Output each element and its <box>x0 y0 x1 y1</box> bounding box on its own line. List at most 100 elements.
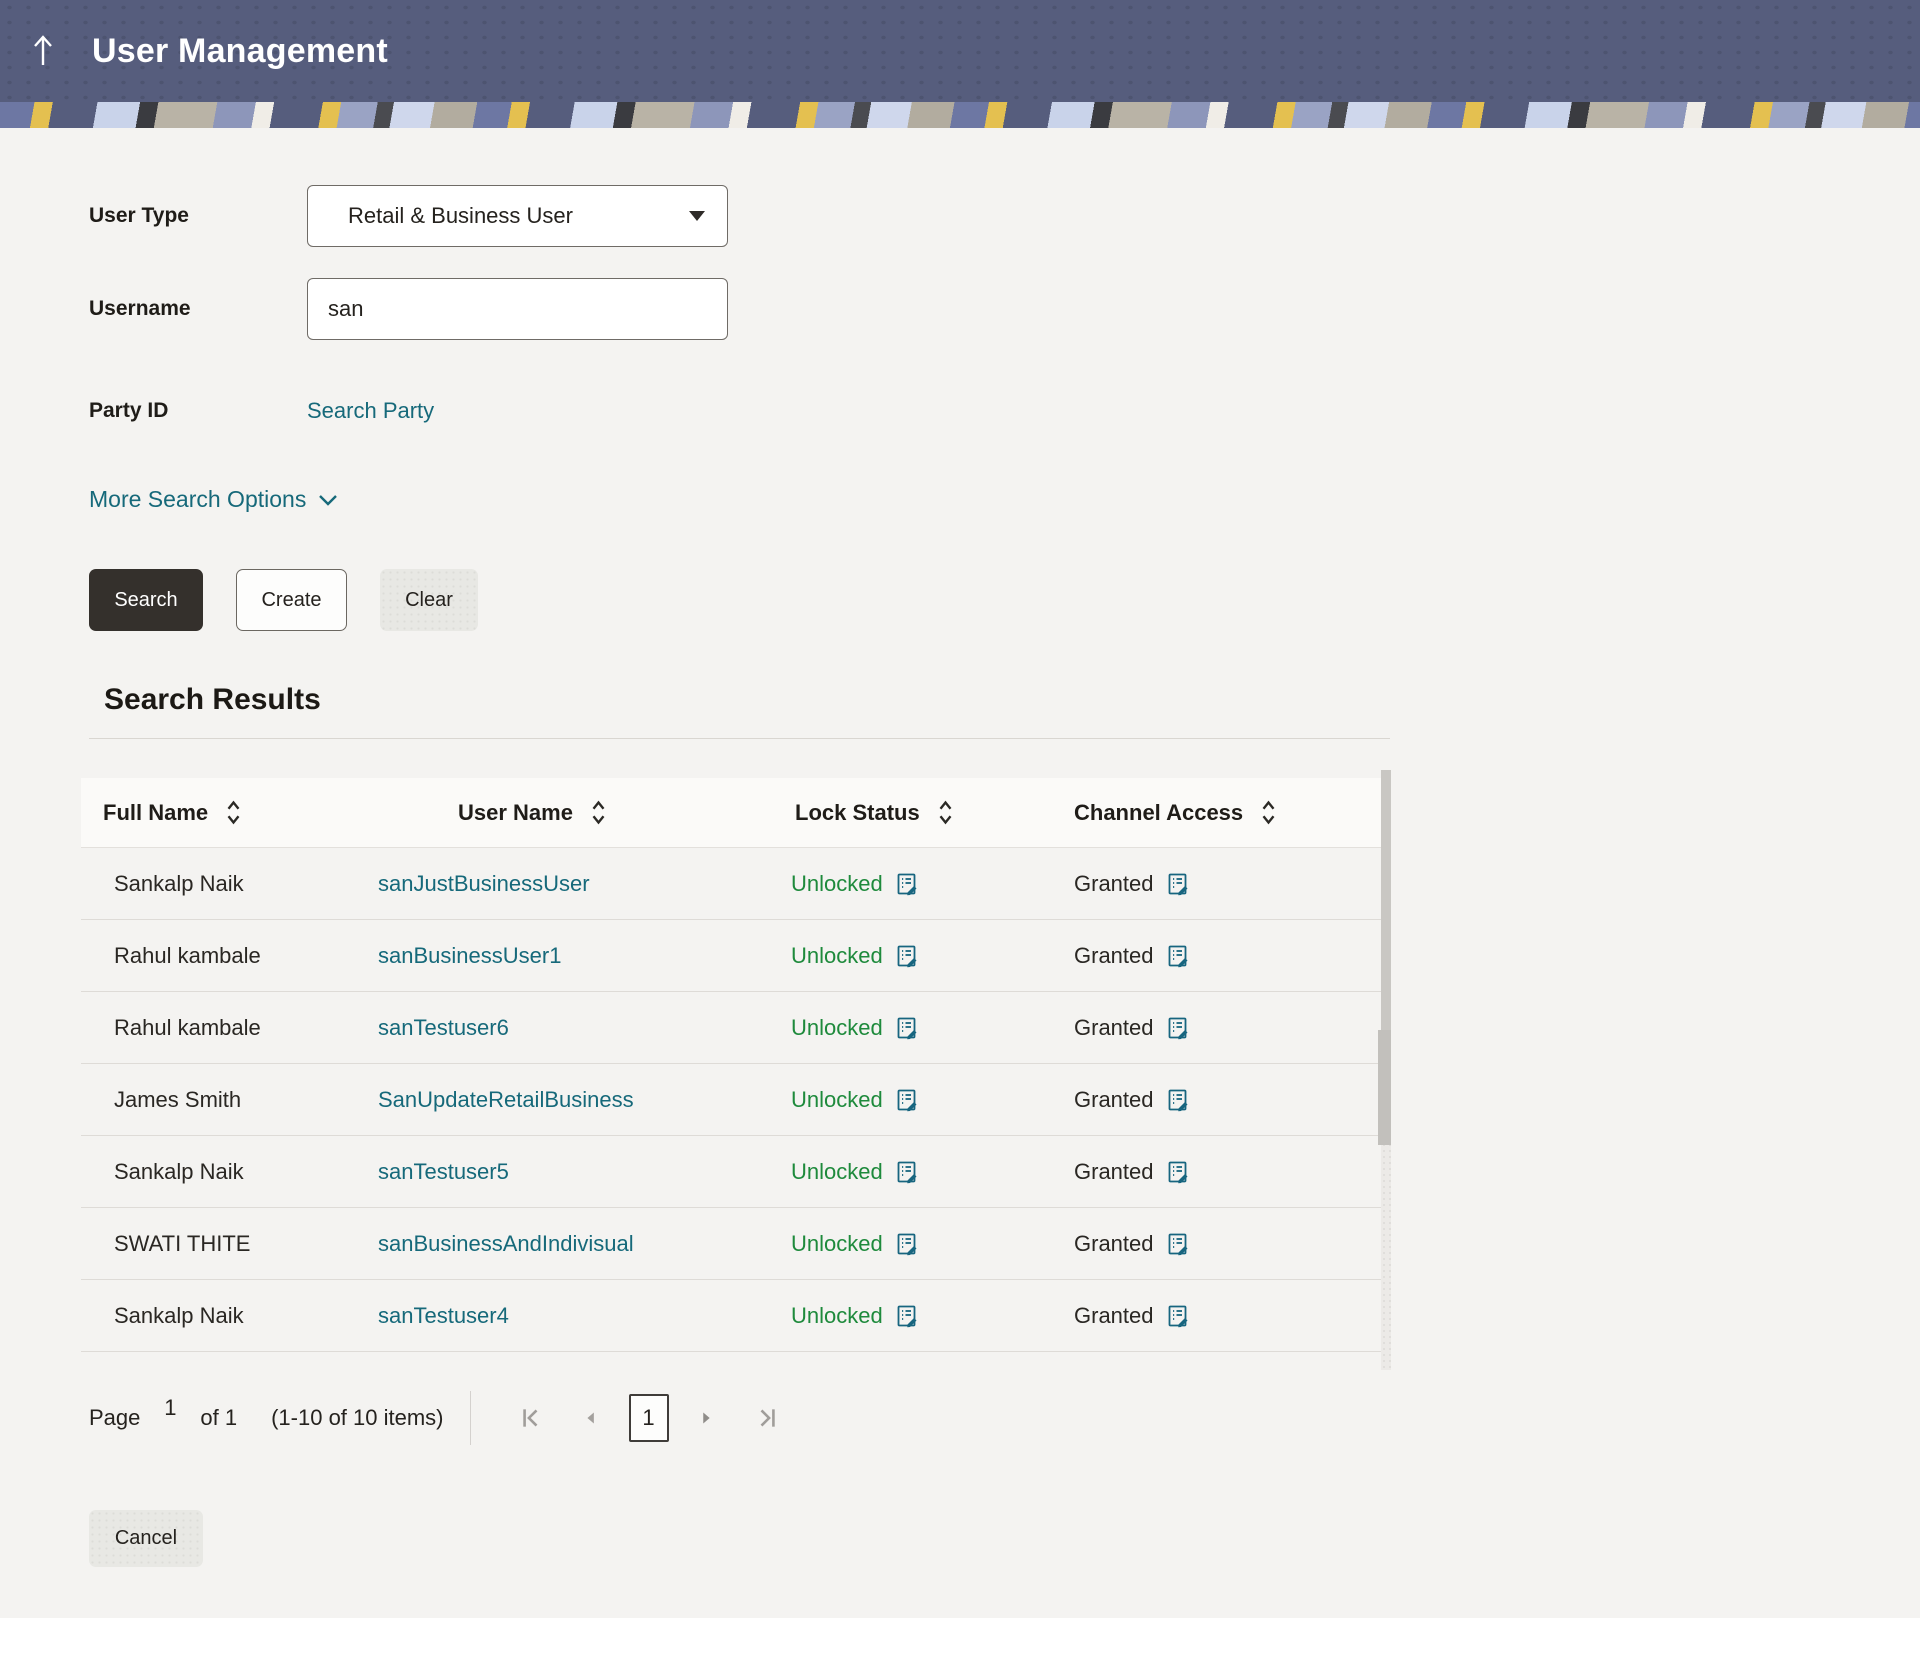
user-name-link[interactable]: sanTestuser6 <box>378 1015 509 1041</box>
sort-icon[interactable] <box>226 800 241 825</box>
channel-access-cell: Granted <box>1041 871 1390 897</box>
lock-status-value: Unlocked <box>791 1159 883 1185</box>
lock-status-cell: Unlocked <box>758 871 1041 897</box>
main-content: User Type Retail & Business User Usernam… <box>0 128 1920 1567</box>
page-title: User Management <box>92 32 388 71</box>
full-name-cell: James Smith <box>81 1087 345 1113</box>
sort-icon[interactable] <box>591 800 606 825</box>
record-edit-icon[interactable] <box>895 1088 919 1112</box>
channel-access-value: Granted <box>1074 1087 1154 1113</box>
pagination: Page of 1 (1-10 of 10 items) 1 <box>89 1390 1920 1446</box>
lock-status-value: Unlocked <box>791 943 883 969</box>
channel-access-cell: Granted <box>1041 943 1390 969</box>
user-name-link[interactable]: SanUpdateRetailBusiness <box>378 1087 634 1113</box>
lock-status-cell: Unlocked <box>758 1159 1041 1185</box>
record-edit-icon[interactable] <box>1166 1160 1190 1184</box>
table-scrollbar[interactable] <box>1381 770 1391 1370</box>
username-label: Username <box>89 297 307 321</box>
user-name-link[interactable]: sanTestuser5 <box>378 1159 509 1185</box>
column-header-channel-access: Channel Access <box>1041 800 1390 826</box>
items-count-text: (1-10 of 10 items) <box>271 1405 443 1431</box>
results-table: Full Name User Name <box>81 778 1390 1352</box>
full-name-cell: Sankalp Naik <box>81 871 345 897</box>
username-input[interactable] <box>307 278 728 340</box>
scrollbar-thumb[interactable] <box>1378 1030 1391 1145</box>
user-name-link[interactable]: sanBusinessUser1 <box>378 943 561 969</box>
sort-icon[interactable] <box>1261 800 1276 825</box>
table-row: SWATI THITE sanBusinessAndIndivisual Unl… <box>81 1208 1390 1280</box>
user-name-cell: sanTestuser6 <box>345 1015 758 1041</box>
decorative-banner <box>0 102 1920 128</box>
user-name-cell: sanJustBusinessUser <box>345 871 758 897</box>
channel-access-cell: Granted <box>1041 1303 1390 1329</box>
channel-access-value: Granted <box>1074 943 1154 969</box>
user-name-link[interactable]: sanJustBusinessUser <box>378 871 590 897</box>
last-page-icon[interactable] <box>745 1394 791 1442</box>
clear-button[interactable]: Clear <box>380 569 478 631</box>
lock-status-value: Unlocked <box>791 1231 883 1257</box>
user-type-select[interactable]: Retail & Business User <box>307 185 728 247</box>
lock-status-cell: Unlocked <box>758 1087 1041 1113</box>
channel-access-cell: Granted <box>1041 1231 1390 1257</box>
table-body: Sankalp Naik sanJustBusinessUser Unlocke… <box>81 848 1390 1352</box>
record-edit-icon[interactable] <box>1166 1088 1190 1112</box>
table-row: Sankalp Naik sanTestuser5 Unlocked Grant… <box>81 1136 1390 1208</box>
record-edit-icon[interactable] <box>895 1232 919 1256</box>
user-name-cell: sanBusinessAndIndivisual <box>345 1231 758 1257</box>
user-name-link[interactable]: sanBusinessAndIndivisual <box>378 1231 634 1257</box>
search-party-link[interactable]: Search Party <box>307 398 434 424</box>
record-edit-icon[interactable] <box>1166 944 1190 968</box>
full-name-cell: Rahul kambale <box>81 1015 345 1041</box>
sort-icon[interactable] <box>938 800 953 825</box>
user-type-label: User Type <box>89 204 307 228</box>
user-name-link[interactable]: sanTestuser4 <box>378 1303 509 1329</box>
record-edit-icon[interactable] <box>1166 1016 1190 1040</box>
record-edit-icon[interactable] <box>895 872 919 896</box>
arrow-up-icon[interactable] <box>30 31 56 71</box>
lock-status-value: Unlocked <box>791 871 883 897</box>
first-page-icon[interactable] <box>507 1394 553 1442</box>
column-header-full-name: Full Name <box>81 800 345 826</box>
next-page-icon[interactable] <box>683 1394 729 1442</box>
column-header-user-name: User Name <box>345 800 758 826</box>
page-label: Page <box>89 1405 140 1431</box>
current-page-button[interactable]: 1 <box>629 1394 669 1442</box>
record-edit-icon[interactable] <box>895 1304 919 1328</box>
record-edit-icon[interactable] <box>895 944 919 968</box>
table-row: Sankalp Naik sanJustBusinessUser Unlocke… <box>81 848 1390 920</box>
table-row: Sankalp Naik sanTestuser4 Unlocked Grant… <box>81 1280 1390 1352</box>
previous-page-icon[interactable] <box>569 1394 615 1442</box>
footer-strip <box>0 1618 1920 1662</box>
divider <box>89 738 1390 739</box>
table-row: Rahul kambale sanTestuser6 Unlocked Gran… <box>81 992 1390 1064</box>
record-edit-icon[interactable] <box>1166 1304 1190 1328</box>
more-search-options-toggle[interactable]: More Search Options <box>89 486 338 513</box>
chevron-down-icon <box>318 494 338 506</box>
column-header-lock-status: Lock Status <box>758 800 1041 826</box>
record-edit-icon[interactable] <box>1166 872 1190 896</box>
channel-access-value: Granted <box>1074 871 1154 897</box>
lock-status-value: Unlocked <box>791 1087 883 1113</box>
record-edit-icon[interactable] <box>895 1160 919 1184</box>
form-actions: Search Create Clear <box>89 569 1920 631</box>
channel-access-value: Granted <box>1074 1303 1154 1329</box>
channel-access-cell: Granted <box>1041 1159 1390 1185</box>
search-button[interactable]: Search <box>89 569 203 631</box>
footer-actions: Cancel <box>89 1510 1920 1567</box>
cancel-button[interactable]: Cancel <box>89 1510 203 1567</box>
divider <box>470 1391 471 1445</box>
more-search-options-label: More Search Options <box>89 486 306 513</box>
channel-access-value: Granted <box>1074 1015 1154 1041</box>
create-button[interactable]: Create <box>236 569 347 631</box>
record-edit-icon[interactable] <box>895 1016 919 1040</box>
lock-status-cell: Unlocked <box>758 943 1041 969</box>
triangle-down-icon <box>689 211 705 221</box>
user-name-cell: sanBusinessUser1 <box>345 943 758 969</box>
user-type-selected-value: Retail & Business User <box>348 203 573 229</box>
search-results-heading: Search Results <box>104 683 1920 717</box>
page-number-input[interactable] <box>140 1395 200 1421</box>
page: User Management User Type Retail & Busin… <box>0 0 1920 1618</box>
lock-status-value: Unlocked <box>791 1015 883 1041</box>
party-id-row: Party ID Search Party <box>89 380 1920 442</box>
record-edit-icon[interactable] <box>1166 1232 1190 1256</box>
